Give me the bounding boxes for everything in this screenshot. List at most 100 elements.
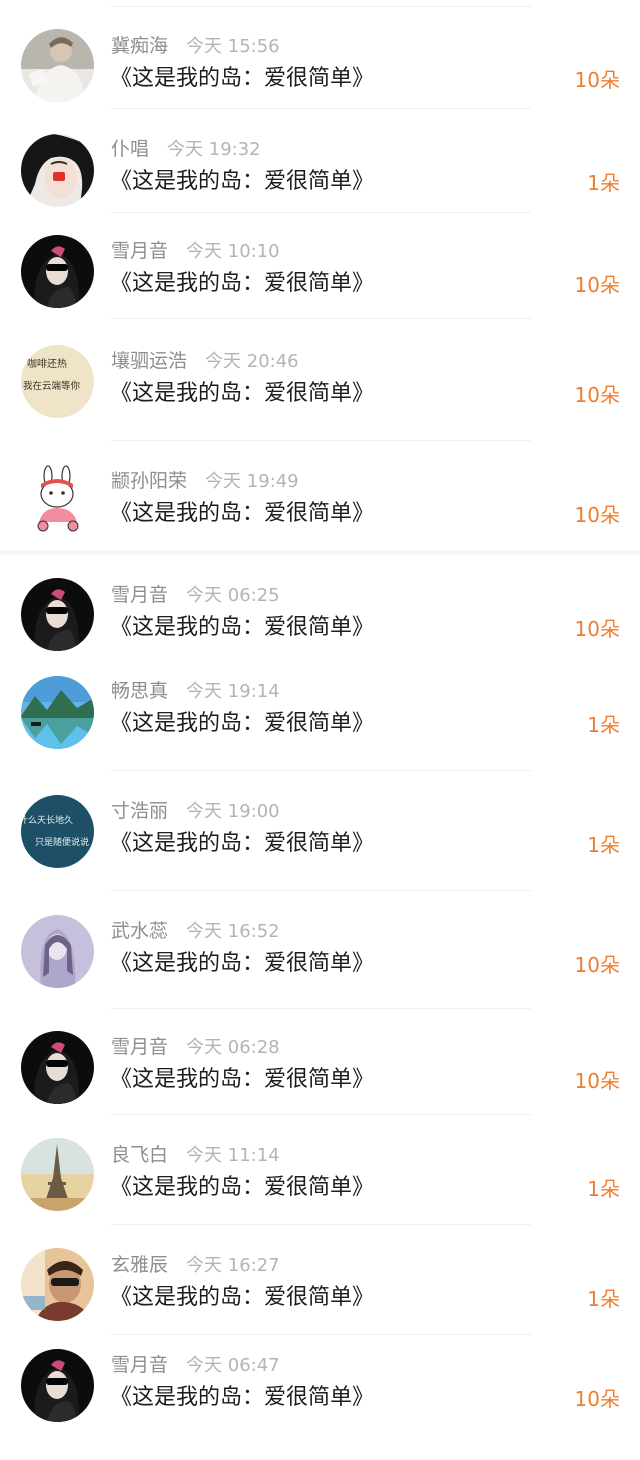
photo-person-sunglasses-warm-icon[interactable] <box>21 1248 94 1321</box>
book-title[interactable]: 《这是我的岛：爱很简单》 <box>110 63 374 95</box>
sender-name[interactable]: 颛孙阳荣 <box>111 470 187 492</box>
svg-text:咖啡还热: 咖啡还热 <box>27 357 67 370</box>
gift-amount: 10朵 <box>574 617 620 641</box>
record-time: 今天 19:14 <box>186 681 280 702</box>
record-time: 今天 06:28 <box>186 1037 280 1058</box>
row-divider <box>111 108 531 109</box>
svg-text:什么天长地久: 什么天长地久 <box>21 814 73 826</box>
sender-name[interactable]: 良飞白 <box>111 1144 168 1166</box>
gift-amount: 10朵 <box>574 383 620 407</box>
record-meta: 雪月音 今天 10:10 <box>111 236 280 266</box>
sender-name[interactable]: 畅思真 <box>111 680 168 702</box>
photo-person-sunglasses-icon[interactable] <box>21 578 94 651</box>
gift-amount: 10朵 <box>574 953 620 977</box>
record-time: 今天 06:47 <box>186 1355 280 1376</box>
gift-amount: 1朵 <box>587 171 620 195</box>
sender-name[interactable]: 仆唱 <box>111 138 149 160</box>
gift-amount: 10朵 <box>574 1387 620 1411</box>
gift-amount: 1朵 <box>587 1177 620 1201</box>
gift-record-row[interactable]: 玄雅辰 今天 16:27 《这是我的岛：爱很简单》 1朵 <box>0 1248 640 1360</box>
gift-record-row[interactable]: 良飞白 今天 11:14 《这是我的岛：爱很简单》 1朵 <box>0 1138 640 1250</box>
book-title[interactable]: 《这是我的岛：爱很简单》 <box>110 166 374 198</box>
book-title[interactable]: 《这是我的岛：爱很简单》 <box>110 498 374 530</box>
record-meta: 仆唱 今天 19:32 <box>111 134 261 164</box>
sender-name[interactable]: 寸浩丽 <box>111 800 168 822</box>
gift-record-row[interactable]: 雪月音 今天 06:47 《这是我的岛：爱很简单》 10朵 <box>0 1349 640 1460</box>
gift-record-row[interactable]: 颛孙阳荣 今天 19:49 《这是我的岛：爱很简单》 10朵 <box>0 464 640 576</box>
row-divider <box>111 318 531 319</box>
record-meta: 冀痴海 今天 15:56 <box>111 31 280 61</box>
book-title[interactable]: 《这是我的岛：爱很简单》 <box>110 828 374 860</box>
book-title[interactable]: 《这是我的岛：爱很简单》 <box>110 1282 374 1314</box>
sender-name[interactable]: 雪月音 <box>111 584 168 606</box>
screenshot-seam <box>0 550 640 555</box>
book-title[interactable]: 《这是我的岛：爱很简单》 <box>110 708 374 740</box>
row-divider <box>111 1008 531 1009</box>
sender-name[interactable]: 雪月音 <box>111 240 168 262</box>
photo-person-red-patch-icon[interactable] <box>21 134 94 207</box>
book-title[interactable]: 《这是我的岛：爱很简单》 <box>110 378 374 410</box>
row-divider <box>111 440 531 441</box>
illustration-girl-purple-icon[interactable] <box>21 915 94 988</box>
book-title[interactable]: 《这是我的岛：爱很简单》 <box>110 948 374 980</box>
book-title[interactable]: 《这是我的岛：爱很简单》 <box>110 612 374 644</box>
photo-person-sunglasses-icon[interactable] <box>21 1349 94 1422</box>
record-meta: 雪月音 今天 06:25 <box>111 580 280 610</box>
sender-name[interactable]: 雪月音 <box>111 1036 168 1058</box>
record-time: 今天 11:14 <box>186 1145 280 1166</box>
text-art-dark-blue-icon[interactable]: 什么天长地久只是随便说说 <box>21 795 94 868</box>
sender-name[interactable]: 武水蕊 <box>111 920 168 942</box>
photo-mountain-lake-icon[interactable] <box>21 676 94 749</box>
gift-record-row[interactable]: 雪月音 今天 06:28 《这是我的岛：爱很简单》 10朵 <box>0 1031 640 1142</box>
record-time: 今天 19:32 <box>167 139 261 160</box>
row-divider <box>111 1334 531 1335</box>
record-meta: 寸浩丽 今天 19:00 <box>111 796 280 826</box>
row-divider <box>111 770 531 771</box>
svg-text:我在云端等你: 我在云端等你 <box>23 380 81 392</box>
photo-person-sunglasses-icon[interactable] <box>21 1031 94 1104</box>
record-meta: 雪月音 今天 06:47 <box>111 1350 280 1380</box>
sender-name[interactable]: 雪月音 <box>111 1354 168 1376</box>
sender-name[interactable]: 玄雅辰 <box>111 1254 168 1276</box>
gift-amount: 10朵 <box>574 1069 620 1093</box>
row-divider <box>111 1224 531 1225</box>
sender-name[interactable]: 壤驷运浩 <box>111 350 187 372</box>
record-time: 今天 16:52 <box>186 921 280 942</box>
gift-amount: 1朵 <box>587 1287 620 1311</box>
row-divider <box>111 212 531 213</box>
record-meta: 良飞白 今天 11:14 <box>111 1140 280 1170</box>
gift-amount: 10朵 <box>574 273 620 297</box>
book-title[interactable]: 《这是我的岛：爱很简单》 <box>110 268 374 300</box>
row-divider <box>111 890 531 891</box>
svg-text:只是随便说说: 只是随便说说 <box>35 836 89 848</box>
record-meta: 颛孙阳荣 今天 19:49 <box>111 466 299 496</box>
gift-record-list: 冀痴海 今天 15:56 《这是我的岛：爱很简单》 10朵 仆唱 今天 19:32 《这是我… <box>0 0 640 1443</box>
text-art-avatar-icon[interactable]: 咖啡还热我在云端等你 <box>21 345 94 418</box>
record-time: 今天 15:56 <box>186 36 280 57</box>
gift-record-row[interactable]: 雪月音 今天 06:25 《这是我的岛：爱很简单》 10朵 <box>0 578 640 690</box>
gift-amount: 1朵 <box>587 833 620 857</box>
cartoon-rabbit-scooter-icon[interactable] <box>21 464 94 537</box>
row-divider <box>111 6 531 7</box>
photo-person-white-outfit-icon[interactable] <box>21 29 94 102</box>
photo-eiffel-tower-icon[interactable] <box>21 1138 94 1211</box>
record-time: 今天 06:25 <box>186 585 280 606</box>
record-meta: 玄雅辰 今天 16:27 <box>111 1250 280 1280</box>
book-title[interactable]: 《这是我的岛：爱很简单》 <box>110 1172 374 1204</box>
sender-name[interactable]: 冀痴海 <box>111 35 168 57</box>
record-time: 今天 19:49 <box>205 471 299 492</box>
record-meta: 雪月音 今天 06:28 <box>111 1032 280 1062</box>
gift-record-row[interactable]: 仆唱 今天 19:32 《这是我的岛：爱很简单》 1朵 <box>0 134 640 244</box>
record-meta: 畅思真 今天 19:14 <box>111 676 280 706</box>
gift-record-row[interactable]: 雪月音 今天 10:10 《这是我的岛：爱很简单》 10朵 <box>0 235 640 346</box>
photo-person-sunglasses-icon[interactable] <box>21 235 94 308</box>
gift-amount: 1朵 <box>587 713 620 737</box>
row-divider <box>111 1114 531 1115</box>
book-title[interactable]: 《这是我的岛：爱很简单》 <box>110 1064 374 1096</box>
gift-record-row[interactable]: 冀痴海 今天 15:56 《这是我的岛：爱很简单》 10朵 <box>0 29 640 141</box>
gift-record-row[interactable]: 武水蕊 今天 16:52 《这是我的岛：爱很简单》 10朵 <box>0 915 640 1026</box>
record-time: 今天 19:00 <box>186 801 280 822</box>
book-title[interactable]: 《这是我的岛：爱很简单》 <box>110 1382 374 1414</box>
record-meta: 武水蕊 今天 16:52 <box>111 916 280 946</box>
gift-amount: 10朵 <box>574 68 620 92</box>
